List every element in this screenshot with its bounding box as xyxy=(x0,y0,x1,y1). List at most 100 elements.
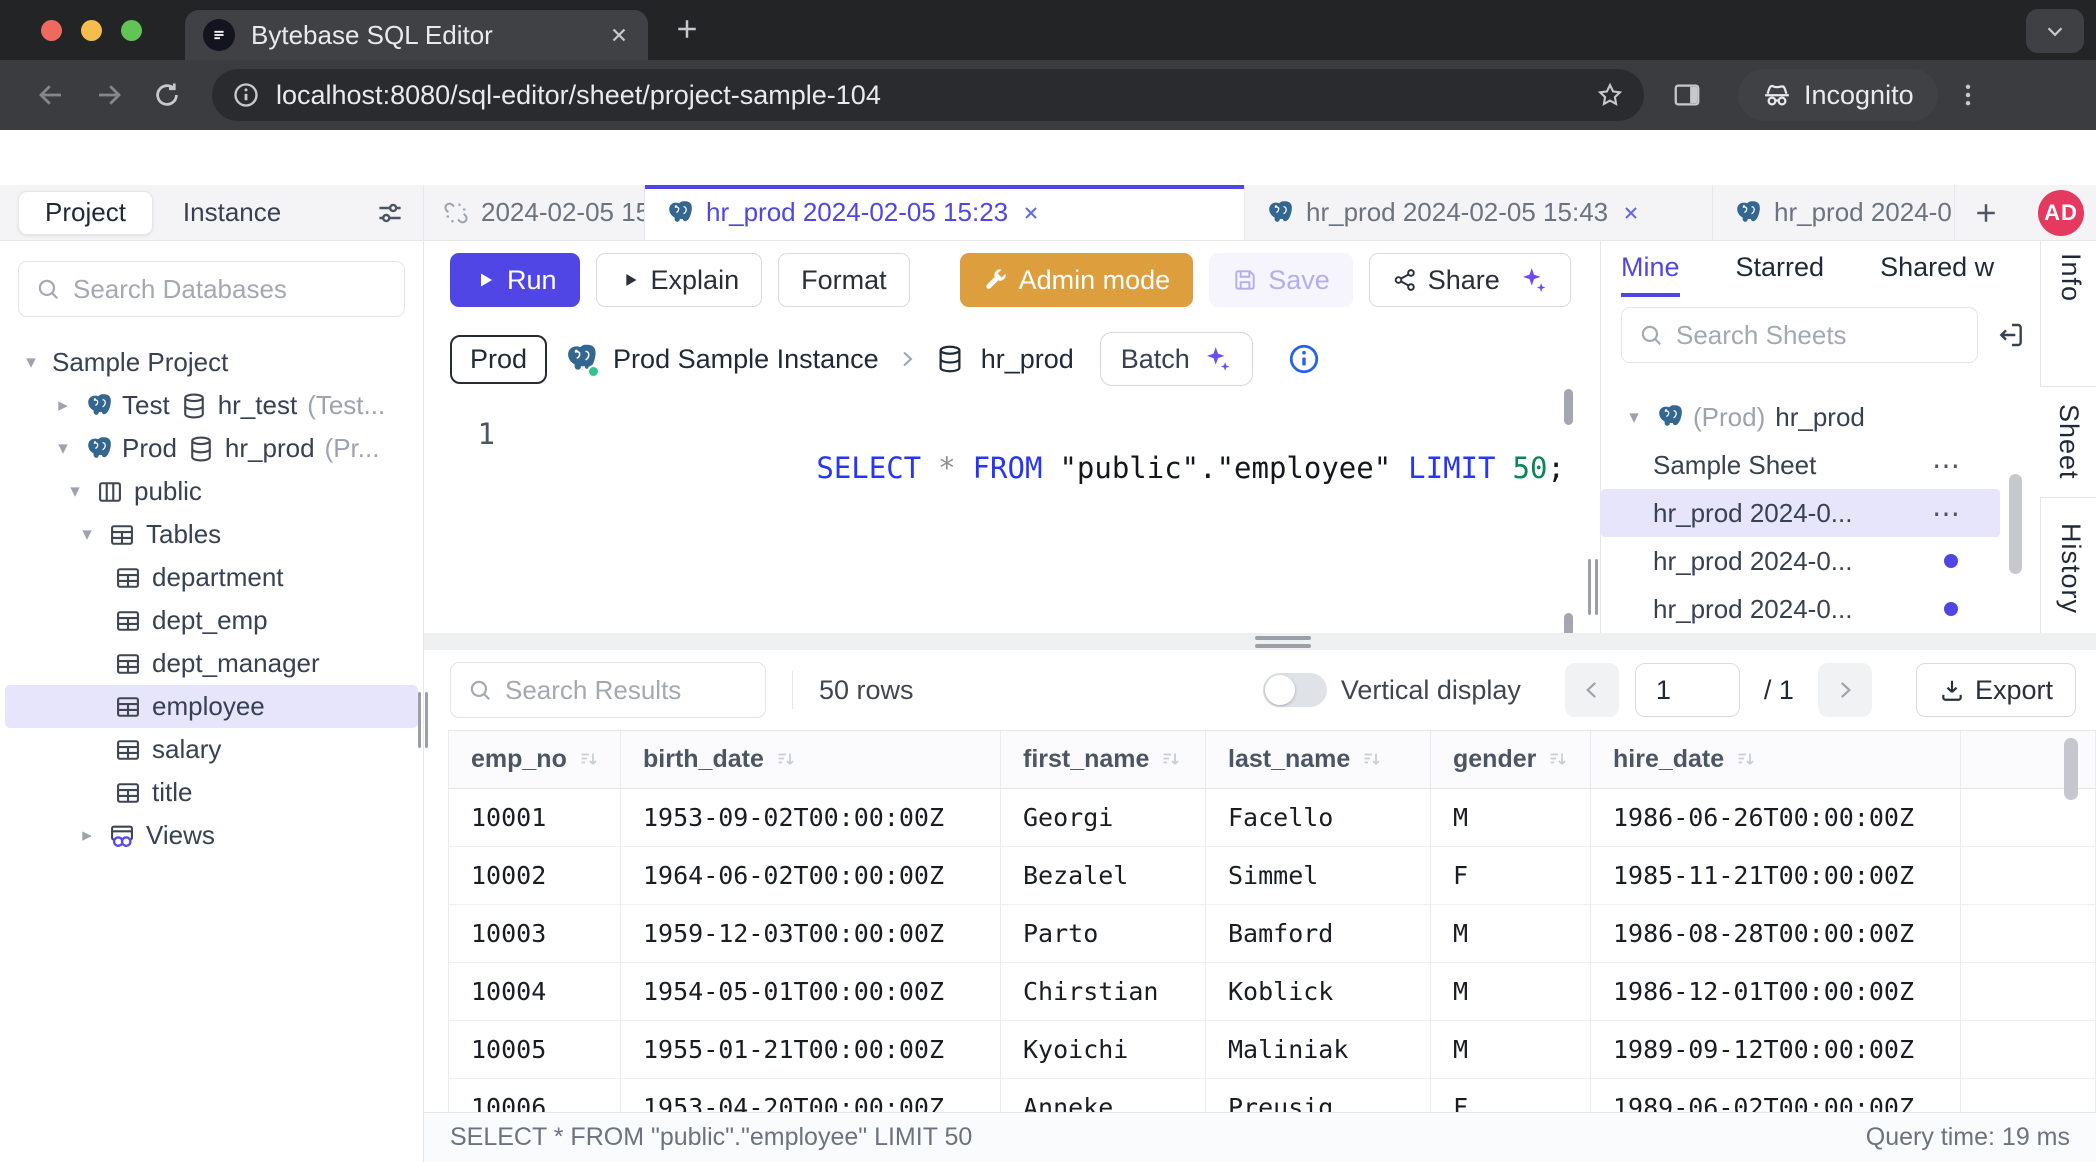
side-tab-history[interactable]: History xyxy=(2055,523,2086,614)
site-info-icon[interactable] xyxy=(232,81,260,109)
editor-tab-3[interactable]: hr_prod 2024-02-05 15:43 xyxy=(1245,185,1713,240)
table-row[interactable]: 100061953-04-20T00:00:00ZAnnekePreusigF1… xyxy=(449,1079,2096,1113)
tree-item-table-dept-emp[interactable]: dept_emp xyxy=(0,599,423,642)
sheet-scrollbar-thumb[interactable] xyxy=(2009,474,2022,574)
cell[interactable]: Bamford xyxy=(1206,905,1431,963)
results-search[interactable] xyxy=(450,662,766,718)
cell[interactable]: M xyxy=(1431,789,1591,847)
cell[interactable]: 1955-01-21T00:00:00Z xyxy=(621,1021,1001,1079)
browser-menu-icon[interactable] xyxy=(1954,81,1982,109)
tree-item-table-salary[interactable]: salary xyxy=(0,728,423,771)
table-row[interactable]: 100041954-05-01T00:00:00ZChirstianKoblic… xyxy=(449,963,2096,1021)
database-name[interactable]: hr_prod xyxy=(981,344,1074,375)
cell[interactable]: 1953-09-02T00:00:00Z xyxy=(621,789,1001,847)
cell[interactable]: 10002 xyxy=(449,847,621,905)
tree-item-project[interactable]: ▾ Sample Project xyxy=(0,341,423,384)
cell[interactable]: M xyxy=(1431,905,1591,963)
sort-icon[interactable] xyxy=(577,748,601,772)
cell[interactable]: F xyxy=(1431,1079,1591,1113)
prev-page-button[interactable] xyxy=(1565,663,1619,717)
table-row[interactable]: 100031959-12-03T00:00:00ZPartoBamfordM19… xyxy=(449,905,2096,963)
close-window-button[interactable] xyxy=(41,20,62,41)
column-header-first-name[interactable]: first_name xyxy=(1001,731,1206,789)
user-avatar[interactable]: AD xyxy=(2038,190,2084,236)
cell[interactable]: Preusig xyxy=(1206,1079,1431,1113)
cell[interactable]: 10003 xyxy=(449,905,621,963)
results-resize-divider[interactable] xyxy=(424,633,2096,650)
explain-button[interactable]: Explain xyxy=(596,253,763,307)
filter-sliders-icon[interactable] xyxy=(375,198,405,228)
editor-tab-2-active[interactable]: hr_prod 2024-02-05 15:23 xyxy=(645,185,1245,240)
more-menu-icon[interactable]: ⋯ xyxy=(1932,497,1962,530)
tree-item-table-employee[interactable]: employee xyxy=(5,685,418,728)
url-bar[interactable]: localhost:8080/sql-editor/sheet/project-… xyxy=(212,69,1644,121)
cell[interactable]: Anneke xyxy=(1001,1079,1206,1113)
cell[interactable]: Maliniak xyxy=(1206,1021,1431,1079)
cell[interactable]: F xyxy=(1431,847,1591,905)
new-sheet-tab-button[interactable] xyxy=(1971,198,2001,228)
tab-search-chevron-button[interactable] xyxy=(2026,9,2084,53)
cell[interactable]: 1964-06-02T00:00:00Z xyxy=(621,847,1001,905)
zoom-window-button[interactable] xyxy=(121,20,142,41)
minimize-window-button[interactable] xyxy=(81,20,102,41)
tree-item-tables-group[interactable]: ▾ Tables xyxy=(0,513,423,556)
cell[interactable]: Chirstian xyxy=(1001,963,1206,1021)
tree-item-test-db[interactable]: ▸ Test hr_test (Test... xyxy=(0,384,423,427)
sheet-item-unsaved-2[interactable]: hr_prod 2024-0... xyxy=(1601,585,2040,633)
browser-tab[interactable]: Bytebase SQL Editor xyxy=(185,10,648,60)
cell[interactable]: Facello xyxy=(1206,789,1431,847)
sheet-search[interactable] xyxy=(1621,307,1978,363)
column-header-gender[interactable]: gender xyxy=(1431,731,1591,789)
cell[interactable]: M xyxy=(1431,963,1591,1021)
cell[interactable]: 10006 xyxy=(449,1079,621,1113)
sheet-item-selected[interactable]: hr_prod 2024-0... ⋯ xyxy=(1601,489,2000,537)
database-search[interactable] xyxy=(18,261,405,317)
database-search-input[interactable] xyxy=(73,274,388,305)
tree-item-prod-db[interactable]: ▾ Prod hr_prod (Pr... xyxy=(0,427,423,470)
caret-down-icon[interactable]: ▾ xyxy=(52,437,74,460)
column-header-hire-date[interactable]: hire_date xyxy=(1591,731,1961,789)
tab-project[interactable]: Project xyxy=(18,191,153,235)
tab-shared[interactable]: Shared w xyxy=(1880,252,1994,297)
tree-item-table-department[interactable]: department xyxy=(0,556,423,599)
tree-item-schema-public[interactable]: ▾ public xyxy=(0,470,423,513)
next-page-button[interactable] xyxy=(1818,663,1872,717)
sheet-panel-resize-handle[interactable] xyxy=(1588,559,1598,615)
side-panel-icon[interactable] xyxy=(1672,80,1702,110)
cell[interactable]: 1986-12-01T00:00:00Z xyxy=(1591,963,1961,1021)
sheet-item-sample[interactable]: Sample Sheet ⋯ xyxy=(1601,441,2040,489)
cell[interactable]: 1986-06-26T00:00:00Z xyxy=(1591,789,1961,847)
cell[interactable]: 1989-09-12T00:00:00Z xyxy=(1591,1021,1961,1079)
sort-icon[interactable] xyxy=(1360,748,1384,772)
cell[interactable]: 1986-08-28T00:00:00Z xyxy=(1591,905,1961,963)
cell[interactable]: 10005 xyxy=(449,1021,621,1079)
editor-tab-4[interactable]: hr_prod 2024-0 xyxy=(1713,185,1955,240)
cell[interactable]: Georgi xyxy=(1001,789,1206,847)
sheet-item-unsaved-1[interactable]: hr_prod 2024-0... xyxy=(1601,537,2040,585)
page-number-input[interactable] xyxy=(1635,663,1740,717)
editor-tab-1[interactable]: 2024-02-05 15:22 xyxy=(424,185,645,240)
caret-right-icon[interactable]: ▸ xyxy=(52,394,74,417)
back-icon[interactable] xyxy=(36,80,66,110)
sql-editor[interactable]: 1 SELECT*FROM"public"."employee"LIMIT50; xyxy=(424,399,1585,633)
export-button[interactable]: Export xyxy=(1916,663,2076,717)
run-button[interactable]: Run xyxy=(450,253,580,307)
cell[interactable]: Koblick xyxy=(1206,963,1431,1021)
cell[interactable]: 1989-06-02T00:00:00Z xyxy=(1591,1079,1961,1113)
share-button[interactable]: Share xyxy=(1369,253,1571,307)
forward-icon[interactable] xyxy=(94,80,124,110)
tab-instance[interactable]: Instance xyxy=(183,197,281,228)
close-tab-icon[interactable] xyxy=(1621,203,1641,223)
sql-line-1[interactable]: 1 SELECT*FROM"public"."employee"LIMIT50; xyxy=(424,417,1585,519)
new-tab-button[interactable] xyxy=(672,14,702,44)
sort-icon[interactable] xyxy=(1159,748,1183,772)
close-tab-icon[interactable] xyxy=(1021,203,1041,223)
sort-icon[interactable] xyxy=(1546,748,1570,772)
close-tab-icon[interactable] xyxy=(608,24,630,46)
sheet-search-input[interactable] xyxy=(1676,320,1961,351)
save-button[interactable]: Save xyxy=(1209,253,1353,307)
cell[interactable]: Bezalel xyxy=(1001,847,1206,905)
editor-scrollbar-thumb[interactable] xyxy=(1564,389,1573,425)
format-button[interactable]: Format xyxy=(778,253,910,307)
column-header-birth-date[interactable]: birth_date xyxy=(621,731,1001,789)
